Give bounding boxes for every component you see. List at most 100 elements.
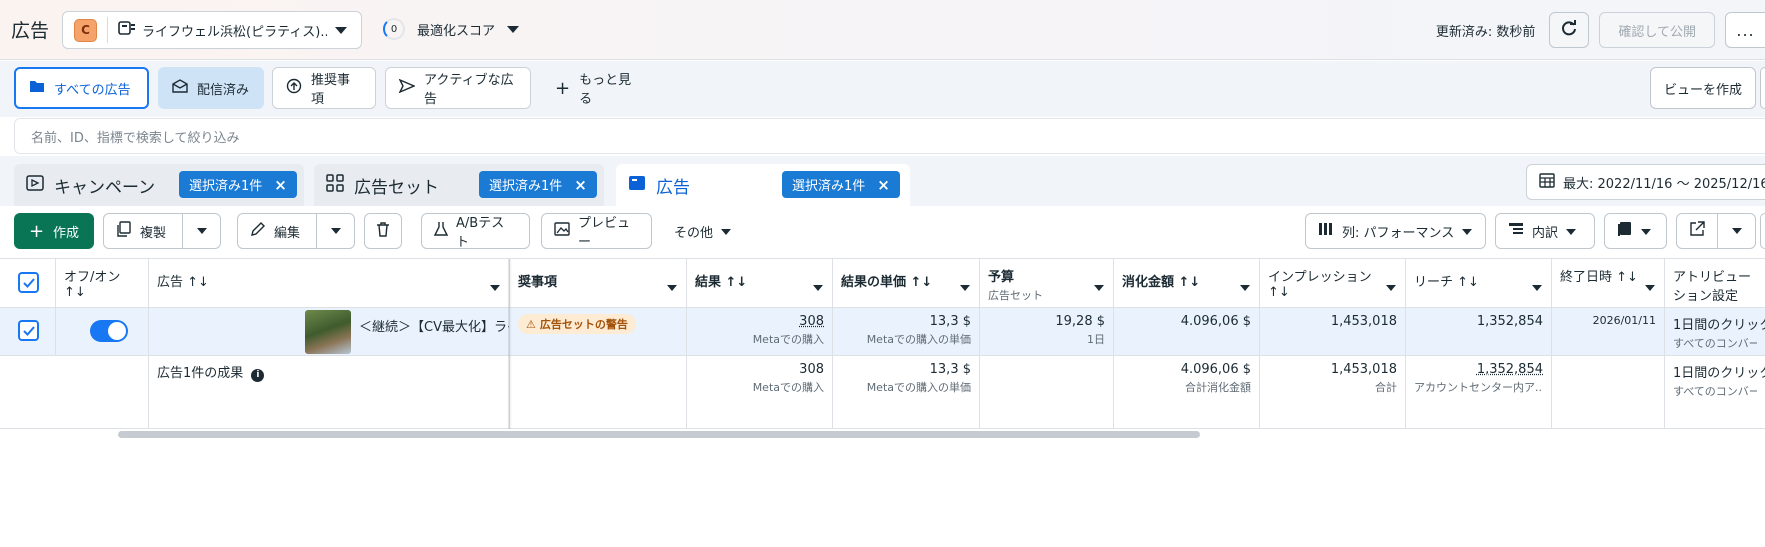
edit-button[interactable]: 編集 — [237, 213, 355, 249]
header-onoff[interactable]: オフ/オン ↑↓ — [56, 259, 149, 308]
header-cost-per-result[interactable]: 結果の単価 ↑↓ — [833, 259, 980, 308]
optimization-score[interactable]: 0 最適化スコア — [383, 18, 520, 40]
create-button[interactable]: + 作成 — [14, 213, 94, 249]
review-publish-button[interactable]: 確認して公開 — [1599, 12, 1715, 48]
ad-thumbnail[interactable] — [305, 310, 351, 354]
export-button[interactable] — [1676, 213, 1756, 249]
campaign-icon — [26, 174, 44, 196]
pencil-icon — [250, 221, 266, 241]
close-icon[interactable]: × — [574, 176, 587, 194]
filter-recommendations[interactable]: 推奨事項 — [272, 67, 376, 109]
chevron-down-icon[interactable] — [1717, 214, 1755, 248]
breakdown-button[interactable]: 内訳 — [1495, 213, 1595, 249]
horizontal-scrollbar[interactable] — [118, 431, 1200, 438]
create-view-button[interactable]: ビューを作成 — [1650, 67, 1756, 109]
date-range-picker[interactable]: 最大: 2022/11/16 〜 2025/12/16 — [1526, 164, 1765, 200]
chevron-down-icon — [1645, 280, 1655, 295]
search-input[interactable]: 名前、ID、指標で検索して絞り込み — [14, 118, 1765, 154]
adset-selected-chip[interactable]: 選択済み1件 × — [479, 171, 597, 198]
delete-button[interactable] — [364, 213, 402, 249]
close-icon[interactable]: × — [877, 176, 890, 194]
filter-active-ads[interactable]: アクティブな広告 — [385, 67, 531, 109]
copy-icon — [116, 221, 132, 241]
table-row[interactable]: ＜継続＞【CV最大化】ライフウェル浜松(ピラテ... ⚠広告セットの警告 308… — [0, 308, 1765, 356]
summary-spend: 4.096,06 $ — [1180, 362, 1251, 377]
filter-all-ads[interactable]: すべての広告 — [14, 67, 149, 109]
cpr-value: 13,3 $ — [929, 314, 971, 329]
account-badge: C — [74, 18, 97, 42]
columns-icon — [1318, 222, 1334, 240]
chevron-down-icon — [721, 224, 732, 239]
tab-adset-label: 広告セット — [354, 177, 439, 198]
adset-warning-badge[interactable]: ⚠ 広告セットの警告 — [518, 314, 636, 334]
breakdown-icon — [1508, 222, 1524, 240]
budget-value: 19,28 $ — [1055, 314, 1105, 329]
refresh-button[interactable] — [1549, 12, 1590, 48]
summary-impressions: 1,453,018 — [1330, 362, 1397, 377]
results-value[interactable]: 308 — [799, 314, 824, 329]
checkbox[interactable] — [18, 320, 39, 341]
summary-reach[interactable]: 1,352,854 — [1477, 362, 1543, 377]
reports-button[interactable] — [1604, 213, 1667, 249]
preview-button[interactable]: プレビュー — [541, 213, 652, 250]
chevron-down-icon — [1386, 280, 1396, 295]
ad-selected-chip[interactable]: 選択済み1件 × — [782, 171, 900, 198]
chevron-down-icon — [1532, 280, 1542, 295]
header-end-date[interactable]: 終了日時 ↑↓ — [1552, 259, 1665, 308]
filter-delivered[interactable]: 配信済み — [158, 67, 264, 109]
ab-test-button[interactable]: A/Bテスト — [421, 213, 530, 250]
ad-toggle[interactable] — [90, 320, 128, 342]
overflow-edge — [1760, 213, 1765, 249]
ad-account-icon — [118, 20, 136, 40]
duplicate-button[interactable]: 複製 — [103, 213, 221, 249]
chevron-down-icon[interactable] — [182, 214, 220, 248]
folder-icon — [29, 79, 45, 97]
warning-icon: ⚠ — [526, 317, 536, 331]
chevron-down-icon — [490, 280, 500, 295]
columns-button[interactable]: 列: パフォーマンス — [1305, 213, 1486, 249]
header-select-all[interactable] — [0, 259, 56, 308]
filter-more[interactable]: + もっと見る — [542, 67, 647, 109]
end-date-value: 2026/01/11 — [1592, 314, 1656, 327]
close-icon[interactable]: × — [274, 176, 287, 194]
chevron-down-icon — [507, 22, 520, 37]
header-attribution[interactable]: アトリビューション設定 — [1665, 259, 1765, 308]
summary-attribution: 1日間のクリック — [1673, 366, 1765, 381]
export-icon — [1689, 221, 1705, 241]
attribution-value: 1日間のクリック — [1673, 318, 1765, 333]
page-title: 広告 — [11, 20, 50, 42]
filter-bar: すべての広告 配信済み 推奨事項 アクティブな広告 + もっと見る ビューを作成 — [0, 61, 1765, 117]
other-menu-button[interactable]: その他 — [662, 213, 750, 249]
account-selector[interactable]: C ライフウェル浜松(ピラティス)... — [62, 11, 362, 49]
ads-table: オフ/オン ↑↓ 広告 ↑↓ 奨事項 結果 ↑↓ 結果の単価 ↑↓ 予算 広告セ… — [0, 258, 1765, 429]
date-range-label: 最大: 2022/11/16 〜 2025/12/16 — [1563, 176, 1765, 192]
trash-icon — [375, 221, 391, 241]
summary-cpr: 13,3 $ — [929, 362, 971, 377]
header-recommendations[interactable]: 奨事項 — [510, 259, 687, 308]
header-results[interactable]: 結果 ↑↓ — [687, 259, 833, 308]
ad-icon — [628, 175, 646, 196]
chevron-down-icon — [1094, 280, 1104, 295]
more-options-button[interactable]: ... — [1725, 12, 1765, 48]
reach-value: 1,352,854 — [1476, 314, 1543, 329]
tab-ad-label: 広告 — [656, 177, 690, 198]
chevron-down-icon — [1462, 224, 1473, 239]
header-impressions[interactable]: インプレッション ↑↓ — [1260, 259, 1406, 308]
checkbox[interactable] — [18, 272, 39, 293]
info-icon[interactable]: i — [251, 369, 265, 382]
summary-row: 広告1件の成果 i 308 Metaでの購入 13,3 $ Metaでの購入の単… — [0, 356, 1765, 429]
header-budget[interactable]: 予算 広告セット — [980, 259, 1114, 308]
overflow-edge — [1760, 67, 1765, 109]
header-ad[interactable]: 広告 ↑↓ — [149, 259, 510, 308]
chevron-down-icon — [960, 280, 970, 295]
chevron-down-icon — [1240, 280, 1250, 295]
impressions-value: 1,453,018 — [1330, 314, 1397, 329]
ad-name[interactable]: ＜継続＞【CV最大化】ライフウェル浜松(ピラテ... — [359, 316, 509, 335]
image-icon — [554, 221, 570, 241]
campaign-selected-chip[interactable]: 選択済み1件 × — [179, 171, 297, 198]
header-spend[interactable]: 消化金額 ↑↓ — [1114, 259, 1260, 308]
spend-value: 4.096,06 $ — [1180, 314, 1251, 329]
search-placeholder: 名前、ID、指標で検索して絞り込み — [31, 130, 240, 146]
chevron-down-icon[interactable] — [316, 214, 354, 248]
header-reach[interactable]: リーチ ↑↓ — [1406, 259, 1552, 308]
